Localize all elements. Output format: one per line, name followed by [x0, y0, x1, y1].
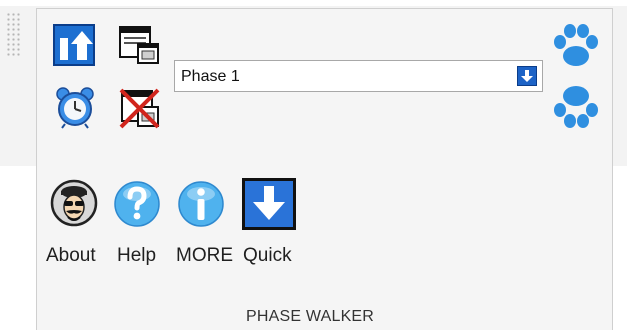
quick-button-label[interactable]: Quick [243, 245, 292, 267]
alarm-clock-icon[interactable] [53, 85, 97, 129]
toolbar-grip-handle[interactable] [6, 12, 22, 57]
info-icon[interactable] [177, 180, 225, 228]
down-arrow-icon[interactable] [242, 178, 296, 230]
dropdown-arrow-icon[interactable] [517, 66, 537, 86]
upload-arrow-icon[interactable] [53, 24, 95, 66]
help-button-label[interactable]: Help [117, 245, 156, 267]
window-delete-icon[interactable] [118, 87, 162, 129]
paw-up-icon[interactable] [552, 22, 600, 68]
group-title: PHASE WALKER [246, 308, 375, 325]
spy-face-icon[interactable] [50, 179, 98, 227]
window-view-icon[interactable] [118, 25, 160, 65]
phase-dropdown-value: Phase 1 [181, 68, 240, 85]
phase-dropdown[interactable]: Phase 1 [174, 60, 543, 92]
about-button-label[interactable]: About [46, 245, 96, 267]
paw-down-icon[interactable] [552, 84, 600, 130]
more-button-label[interactable]: MORE [176, 245, 233, 267]
question-mark-icon[interactable] [113, 180, 161, 228]
